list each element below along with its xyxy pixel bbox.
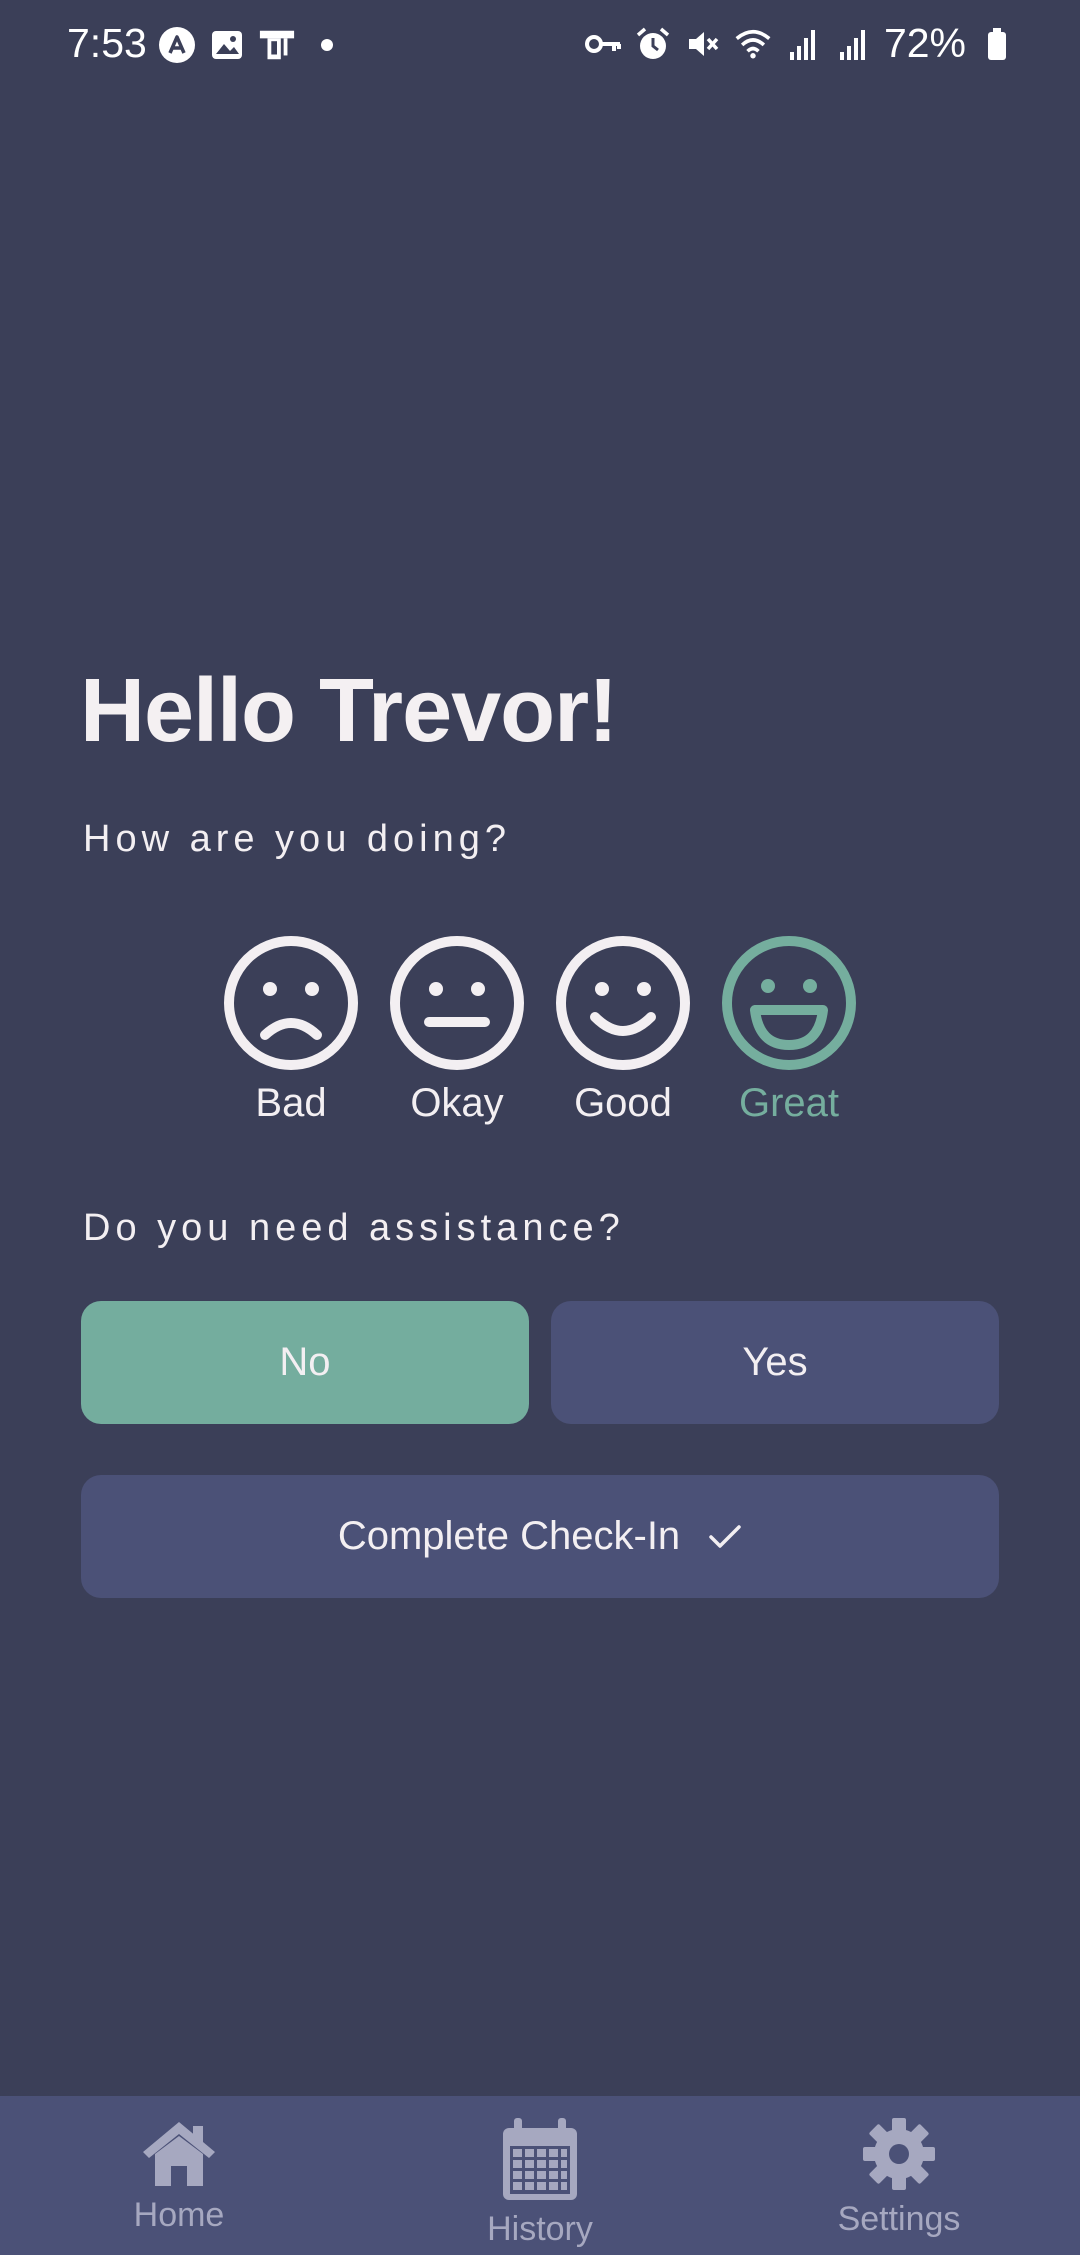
bottom-nav: Home History Settings — [0, 2096, 1080, 2255]
mood-question: How are you doing? — [83, 818, 511, 860]
nav-label: History — [487, 2210, 593, 2248]
checkmark-icon — [709, 1524, 741, 1548]
neutral-face-icon — [390, 936, 524, 1070]
battery-icon — [978, 25, 1016, 63]
sad-face-icon — [224, 936, 358, 1070]
signal-icon — [834, 25, 872, 63]
image-icon — [208, 26, 246, 64]
nav-home[interactable]: Home — [69, 2096, 289, 2255]
mood-selector: Bad Okay Good Great — [0, 935, 1080, 1135]
greeting-title: Hello Trevor! — [80, 661, 618, 761]
wifi-icon — [734, 25, 772, 63]
no-button[interactable]: No — [81, 1301, 529, 1424]
app-icon — [158, 26, 196, 64]
dot-icon — [308, 26, 346, 64]
mood-great[interactable]: Great — [714, 935, 864, 1126]
cast-icon — [258, 26, 296, 64]
complete-check-in-button[interactable]: Complete Check-In — [81, 1475, 999, 1598]
yes-button[interactable]: Yes — [551, 1301, 999, 1424]
nav-label: Home — [133, 2196, 225, 2234]
system-icons: 72% — [584, 20, 1016, 67]
mood-label: Bad — [255, 1081, 327, 1125]
mood-label: Great — [738, 1081, 840, 1125]
gear-icon — [863, 2118, 935, 2190]
nav-label: Settings — [837, 2200, 961, 2238]
complete-check-in-label: Complete Check-In — [337, 1514, 681, 1558]
assistance-question: Do you need assistance? — [83, 1207, 625, 1249]
mood-okay[interactable]: Okay — [382, 935, 532, 1126]
grin-face-icon — [722, 936, 856, 1070]
battery-percent: 72% — [883, 20, 966, 66]
mute-icon — [684, 25, 722, 63]
calendar-icon — [503, 2118, 577, 2200]
mood-label: Good — [574, 1081, 672, 1125]
status-bar: 7:53 72% — [0, 0, 1080, 92]
mood-bad[interactable]: Bad — [216, 935, 366, 1126]
nav-history[interactable]: History — [430, 2096, 650, 2255]
alarm-icon — [634, 25, 672, 63]
smile-face-icon — [556, 936, 690, 1070]
signal-icon — [784, 25, 822, 63]
status-time: 7:53 — [67, 20, 147, 66]
home-icon — [143, 2122, 215, 2186]
notification-icons — [158, 26, 346, 64]
nav-settings[interactable]: Settings — [789, 2096, 1009, 2255]
mood-label: Okay — [410, 1081, 504, 1125]
vpn-key-icon — [584, 25, 622, 63]
mood-good[interactable]: Good — [548, 935, 698, 1126]
